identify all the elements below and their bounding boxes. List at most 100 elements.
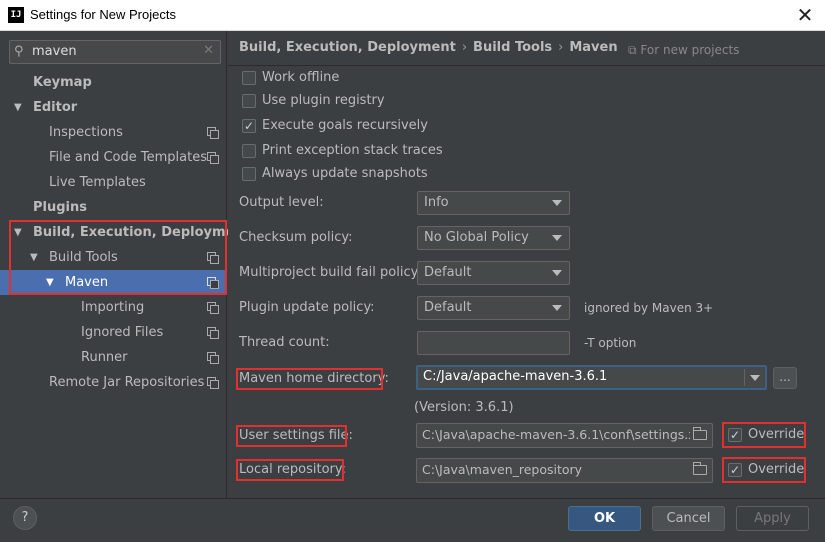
project-scope-icon [207, 152, 219, 164]
project-scope-icon [207, 277, 219, 289]
sidebar-item-label: Maven [65, 275, 109, 290]
sidebar-item-live-templates[interactable]: Live Templates [0, 170, 227, 195]
expand-arrow-icon[interactable]: ▼ [30, 245, 38, 270]
ok-button[interactable]: OK [568, 506, 641, 531]
sidebar-item-label: Editor [33, 100, 78, 115]
maven-home-browse-button[interactable]: ... [773, 367, 797, 389]
sidebar-item-file-and-code-templates[interactable]: File and Code Templates [0, 145, 227, 170]
sidebar-item-maven[interactable]: ▼ Maven [0, 270, 227, 295]
intellij-app-icon: IJ [8, 7, 24, 23]
checkbox-label: Work offline [262, 70, 340, 85]
maven-home-combobox[interactable]: C:/Java/apache-maven-3.6.1 [416, 365, 767, 390]
expand-arrow-icon[interactable]: ▼ [14, 95, 22, 120]
sidebar-item-label: Ignored Files [81, 325, 164, 340]
folder-icon[interactable] [693, 462, 707, 475]
sidebar-item-label: Build, Execution, Deployment [33, 225, 250, 240]
maven-home-value: C:/Java/apache-maven-3.6.1 [423, 369, 608, 384]
project-scope-icon [207, 352, 219, 364]
multiproject-fail-policy-select[interactable]: Default [417, 261, 570, 285]
sidebar-item-runner[interactable]: Runner [0, 345, 227, 370]
sidebar-item-build-tools[interactable]: ▼ Build Tools [0, 245, 227, 270]
checkbox-label: Print exception stack traces [262, 143, 443, 158]
title-bar: IJ Settings for New Projects ✕ [0, 0, 825, 31]
expand-arrow-icon[interactable]: ▼ [46, 270, 54, 295]
expand-arrow-icon[interactable]: ▼ [14, 220, 22, 245]
multiproject-fail-policy-label: Multiproject build fail policy: [239, 265, 422, 280]
breadcrumb-separator-icon: › [558, 40, 564, 55]
sidebar-item-build-execution-deployment[interactable]: ▼ Build, Execution, Deployment [0, 220, 250, 245]
breadcrumb-separator-icon: › [461, 40, 468, 55]
apply-button[interactable]: Apply [736, 506, 809, 531]
breadcrumb-item: Maven [569, 40, 618, 55]
maven-version-label: (Version: 3.6.1) [414, 400, 514, 415]
plugin-update-policy-select[interactable]: Default [417, 296, 570, 320]
sidebar-item-label: Plugins [33, 200, 87, 215]
checkbox-box[interactable] [728, 460, 742, 480]
thread-count-input[interactable] [417, 331, 570, 355]
select-value: Default [424, 265, 472, 280]
project-scope-icon [207, 302, 219, 314]
maven-settings-panel: Build, Execution, Deployment › Build Tools… [228, 31, 825, 498]
checkbox-box[interactable] [242, 71, 256, 85]
sidebar-item-importing[interactable]: Importing [0, 295, 227, 320]
checkbox-box[interactable] [242, 144, 256, 158]
dropdown-arrow-icon[interactable] [750, 375, 760, 381]
sidebar-item-label: Live Templates [49, 175, 146, 190]
breadcrumb: Build, Execution, Deployment › Build Tools… [239, 40, 618, 55]
checkbox-box[interactable] [242, 94, 256, 108]
sidebar-item-label: Keymap [33, 75, 92, 90]
checkbox-label: Execute goals recursively [262, 118, 428, 133]
for-new-projects-note: ⧉ For new projects [628, 43, 740, 58]
sidebar-item-editor[interactable]: ▼ Editor [0, 95, 227, 120]
sidebar-item-keymap[interactable]: Keymap [0, 70, 227, 95]
user-settings-file-input[interactable]: C:\Java\apache-maven-3.6.1\conf\settings… [416, 423, 713, 448]
search-icon: ⚲ [14, 44, 24, 59]
dropdown-arrow-icon [552, 270, 562, 276]
thread-count-label: Thread count: [239, 335, 330, 350]
project-scope-icon [207, 327, 219, 339]
user-settings-file-label: User settings file: [239, 428, 353, 443]
for-new-projects-label: For new projects [640, 43, 740, 57]
sidebar-item-plugins[interactable]: Plugins [0, 195, 227, 220]
checkbox-box[interactable] [242, 116, 256, 136]
project-scope-icon [207, 377, 219, 389]
thread-count-hint: -T option [584, 336, 637, 350]
sidebar-item-label: Build Tools [49, 250, 118, 265]
output-level-select[interactable]: Info [417, 191, 570, 215]
select-value: Info [424, 195, 449, 210]
plugin-update-hint: ignored by Maven 3+ [584, 301, 714, 315]
local-repository-label: Local repository: [239, 462, 346, 477]
project-scope-icon [207, 252, 219, 264]
select-value: No Global Policy [424, 230, 529, 245]
checkbox-label: Use plugin registry [262, 93, 385, 108]
dialog-footer: ? OK Cancel Apply [0, 498, 825, 542]
checkbox-box[interactable] [242, 167, 256, 181]
output-level-label: Output level: [239, 195, 324, 210]
sidebar-item-label: Importing [81, 300, 145, 315]
checkbox-box[interactable] [728, 425, 742, 445]
clear-search-icon[interactable]: ✕ [203, 43, 214, 58]
sidebar-item-label: File and Code Templates [49, 150, 207, 165]
project-scope-icon [207, 127, 219, 139]
project-scope-icon: ⧉ [628, 43, 637, 57]
local-repository-input[interactable]: C:\Java\maven_repository [416, 458, 713, 483]
sidebar-item-inspections[interactable]: Inspections [0, 120, 227, 145]
breadcrumb-item: Build Tools [473, 40, 553, 55]
path-value: C:\Java\apache-maven-3.6.1\conf\settings… [422, 427, 690, 442]
settings-search-input[interactable]: ⚲ maven ✕ [9, 40, 221, 64]
help-button[interactable]: ? [13, 506, 37, 530]
checkbox-label: Always update snapshots [262, 166, 428, 181]
settings-sidebar: ⚲ maven ✕ Keymap ▼ Editor Inspections Fi… [0, 31, 250, 498]
header-divider [228, 65, 825, 66]
combobox-divider [744, 369, 745, 386]
checkbox-label: Override [748, 462, 805, 477]
sidebar-item-ignored-files[interactable]: Ignored Files [0, 320, 227, 345]
close-icon[interactable]: ✕ [793, 3, 817, 27]
dropdown-arrow-icon [552, 200, 562, 206]
folder-icon[interactable] [693, 427, 707, 440]
checksum-policy-label: Checksum policy: [239, 230, 353, 245]
sidebar-item-remote-jar-repositories[interactable]: Remote Jar Repositories [0, 370, 227, 395]
checksum-policy-select[interactable]: No Global Policy [417, 226, 570, 250]
cancel-button[interactable]: Cancel [652, 506, 725, 531]
select-value: Default [424, 300, 472, 315]
